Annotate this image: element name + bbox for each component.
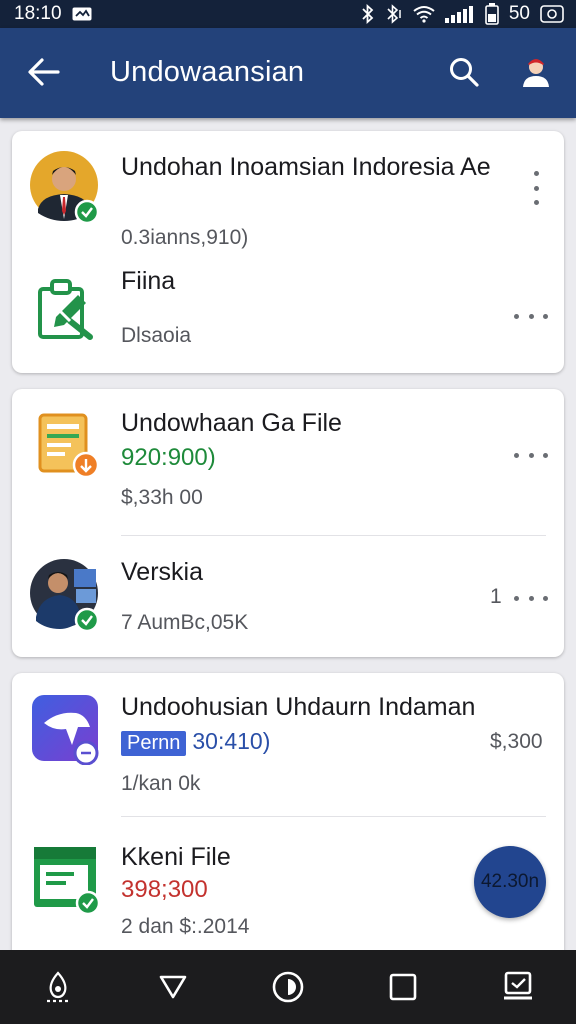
- item-count: 1: [490, 585, 502, 608]
- app-logo-icon: [30, 693, 102, 766]
- bottom-nav-bar: [0, 950, 576, 1024]
- item-subtitle: 2 dan $:.2014: [121, 915, 250, 938]
- location-icon: [46, 971, 69, 1003]
- item-subtitle: Dlsaoia: [121, 324, 192, 347]
- file-card-3: Undoohusian Uhdaurn Indaman Pernn 30:410)…: [12, 673, 564, 963]
- list-item[interactable]: Undohan Inoamsian Indoresia Ae 0.3ianns,…: [12, 131, 564, 251]
- user-avatar-icon: [523, 59, 549, 87]
- bluetooth-icon: [361, 4, 375, 24]
- arrow-left-icon: [28, 58, 60, 86]
- search-icon: [450, 58, 479, 87]
- screen-record-icon: [540, 4, 564, 24]
- more-horiz-icon[interactable]: [514, 309, 548, 323]
- signal-icon: [444, 5, 475, 23]
- nav-back[interactable]: [145, 959, 201, 1015]
- more-vert-icon[interactable]: [531, 171, 541, 205]
- nav-screenshot[interactable]: [490, 959, 546, 1015]
- item-tag-badge: Pernn: [121, 731, 187, 756]
- nav-home[interactable]: [260, 959, 316, 1015]
- triangle-down-icon: [159, 975, 187, 999]
- divider: [121, 816, 546, 817]
- list-item[interactable]: Verskia 7 AumBc,05K 1: [12, 539, 564, 657]
- sheet-file-icon: [30, 843, 102, 916]
- list-item[interactable]: Undoohusian Uhdaurn Indaman Pernn 30:410)…: [12, 673, 564, 813]
- floating-action-button[interactable]: 42.30n: [474, 846, 546, 918]
- battery-level: 50: [508, 3, 530, 24]
- notification-icon: [72, 7, 92, 21]
- item-subtitle: $,33h 00: [121, 486, 203, 509]
- item-title: Fiina: [121, 267, 176, 295]
- item-subtitle: 7 AumBc,05K: [121, 611, 249, 634]
- item-title: Verskia: [121, 558, 203, 586]
- document-icon: [30, 409, 102, 481]
- screenshot-icon: [504, 971, 533, 1000]
- person-avatar-icon: [30, 151, 102, 225]
- item-amount: 920:900): [121, 444, 216, 471]
- item-meta: Pernn 30:410): [121, 728, 270, 756]
- item-subtitle: 0.3ianns,910): [121, 226, 249, 249]
- vibrate-icon: [385, 4, 403, 24]
- person-photo-icon: [30, 559, 102, 633]
- item-price: $,300: [490, 730, 543, 753]
- square-icon: [389, 973, 417, 1001]
- wifi-icon: [413, 5, 435, 23]
- item-title: Kkeni File: [121, 843, 231, 871]
- profile-button[interactable]: [514, 50, 558, 94]
- app-bar: Undowaansian: [0, 28, 576, 118]
- item-amount: 398;300: [121, 876, 208, 903]
- clipboard-edit-icon: [30, 273, 102, 345]
- list-item[interactable]: Fiina Dlsaoia: [12, 263, 564, 373]
- file-card-2: Undowhaan Ga File 920:900) $,33h 00 Vers…: [12, 389, 564, 657]
- battery-icon: [485, 3, 499, 25]
- status-time: 18:10: [14, 3, 62, 24]
- nav-location[interactable]: [30, 959, 86, 1015]
- more-horiz-icon[interactable]: [514, 448, 548, 462]
- list-item[interactable]: Undowhaan Ga File 920:900) $,33h 00: [12, 389, 564, 529]
- item-subtitle: 1/kan 0k: [121, 772, 201, 795]
- item-title: Undoohusian Uhdaurn Indaman: [121, 693, 476, 721]
- home-circle-icon: [272, 971, 304, 1003]
- item-title: Undowhaan Ga File: [121, 409, 342, 437]
- file-card-1: Undohan Inoamsian Indoresia Ae 0.3ianns,…: [12, 131, 564, 373]
- status-left: 18:10: [14, 3, 92, 25]
- nav-recents[interactable]: [375, 959, 431, 1015]
- search-button[interactable]: [442, 50, 486, 94]
- back-button[interactable]: [22, 50, 66, 94]
- status-bar: 18:10 50: [0, 0, 576, 28]
- status-right: 50: [361, 3, 564, 25]
- divider: [121, 535, 546, 536]
- page-title: Undowaansian: [110, 56, 305, 88]
- more-horiz-icon[interactable]: [514, 591, 548, 605]
- item-title: Undohan Inoamsian Indoresia Ae: [121, 153, 491, 181]
- item-amount: 30:410): [192, 728, 271, 754]
